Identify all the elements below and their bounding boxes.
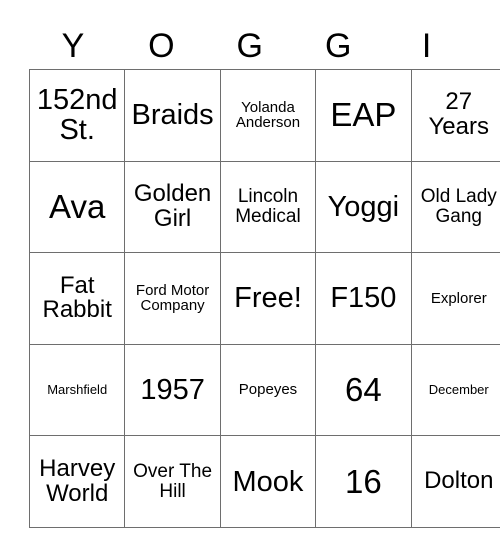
bingo-cell-label: Mook xyxy=(232,465,304,498)
bingo-header-letter-2: O xyxy=(148,26,176,65)
bingo-cell[interactable]: Yolanda Anderson xyxy=(219,69,317,162)
bingo-cell[interactable]: Popeyes xyxy=(219,343,317,437)
bingo-cell[interactable]: F150 xyxy=(315,252,412,345)
bingo-cell[interactable]: Ava xyxy=(28,160,126,254)
bingo-cell[interactable]: 27 Years xyxy=(410,69,500,162)
bingo-cell[interactable]: Explorer xyxy=(410,252,500,345)
bingo-cell[interactable]: Fat Rabbit xyxy=(28,252,126,345)
bingo-header-letter-5: I xyxy=(421,26,432,65)
bingo-cell-label: Braids xyxy=(131,99,214,132)
bingo-row: Ava Golden Girl Lincoln Medical Yoggi Ol… xyxy=(28,160,500,254)
bingo-cell-free[interactable]: Free! xyxy=(219,252,317,345)
bingo-cell-label: Golden Girl xyxy=(133,179,212,232)
bingo-grid: 152nd St. Braids Yolanda Anderson EAP 27… xyxy=(28,69,500,528)
bingo-cell-label: Marshfield xyxy=(47,382,108,398)
bingo-cell[interactable]: Old Lady Gang xyxy=(410,160,500,254)
bingo-header-letter-4: G xyxy=(324,26,352,65)
bingo-cell[interactable]: EAP xyxy=(315,69,412,162)
bingo-cell[interactable]: Braids xyxy=(124,69,221,162)
bingo-row: Harvey World Over The Hill Mook 16 Dolto… xyxy=(28,435,500,528)
bingo-cell[interactable]: Harvey World xyxy=(28,435,126,528)
bingo-cell-label: 16 xyxy=(345,462,382,500)
bingo-cell-label: Harvey World xyxy=(39,454,116,507)
bingo-cell[interactable]: Marshfield xyxy=(28,343,126,437)
bingo-header-row: Y O G G I xyxy=(29,22,471,69)
bingo-row: Marshfield 1957 Popeyes 64 December xyxy=(28,343,500,437)
bingo-cell-label: December xyxy=(428,382,489,398)
bingo-cell[interactable]: 64 xyxy=(315,343,412,437)
bingo-cell-label: Explorer xyxy=(430,289,487,307)
bingo-row: Fat Rabbit Ford Motor Company Free! F150… xyxy=(28,252,500,345)
bingo-cell-label: Ford Motor Company xyxy=(135,281,210,315)
bingo-cell[interactable]: 1957 xyxy=(124,343,221,437)
bingo-cell-label: 1957 xyxy=(140,374,205,406)
bingo-cell[interactable]: Golden Girl xyxy=(124,160,221,254)
bingo-cell-label: Yoggi xyxy=(327,190,400,223)
bingo-cell-label: Dolton xyxy=(424,467,494,495)
bingo-cell[interactable]: Dolton xyxy=(410,435,500,528)
bingo-cell[interactable]: Lincoln Medical xyxy=(219,160,317,254)
bingo-cell-label: 152nd St. xyxy=(36,84,118,147)
bingo-cell[interactable]: Yoggi xyxy=(315,160,412,254)
bingo-cell[interactable]: 16 xyxy=(315,435,412,528)
bingo-cell[interactable]: Mook xyxy=(219,435,317,528)
bingo-card: Y O G G I 152nd St. Braids Yolanda Ander… xyxy=(28,22,500,528)
bingo-cell[interactable]: December xyxy=(410,343,500,437)
bingo-cell-label: EAP xyxy=(330,96,397,134)
bingo-header-letter-1: Y xyxy=(61,26,85,65)
bingo-cell-label: Yolanda Anderson xyxy=(235,98,301,132)
bingo-cell-label: Fat Rabbit xyxy=(42,271,112,324)
bingo-cell[interactable]: 152nd St. xyxy=(28,69,126,162)
bingo-cell-label: F150 xyxy=(330,282,397,315)
bingo-cell-label: Old Lady Gang xyxy=(420,186,497,227)
bingo-cell-label: Ava xyxy=(49,187,106,225)
bingo-header-letter-3: G xyxy=(236,26,264,65)
bingo-cell-label: Lincoln Medical xyxy=(235,186,301,227)
bingo-row: 152nd St. Braids Yolanda Anderson EAP 27… xyxy=(28,69,500,162)
bingo-cell-label: Over The Hill xyxy=(133,460,213,502)
bingo-cell-label: 64 xyxy=(345,370,382,408)
bingo-cell[interactable]: Over The Hill xyxy=(124,435,221,528)
bingo-cell-label: Popeyes xyxy=(238,381,298,399)
bingo-cell[interactable]: Ford Motor Company xyxy=(124,252,221,345)
bingo-free-space-label: Free! xyxy=(234,282,302,315)
bingo-cell-label: 27 Years xyxy=(428,88,490,141)
